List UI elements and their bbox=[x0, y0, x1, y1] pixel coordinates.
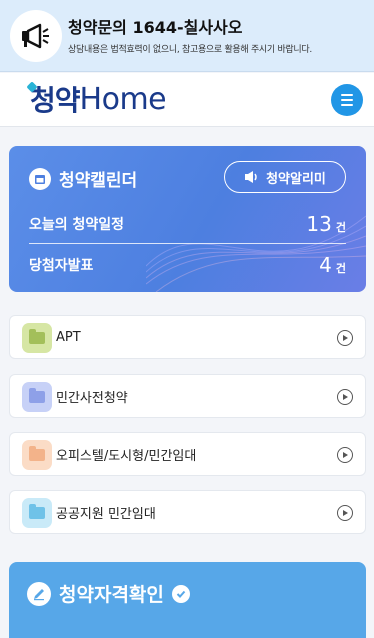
category-item-private-pre-subscription[interactable]: 민간사전청약 bbox=[9, 374, 366, 418]
category-item-officetel[interactable]: 오피스텔/도시형/민간임대 bbox=[9, 432, 366, 476]
today-schedule-row[interactable]: 오늘의 청약일정 13 건 bbox=[29, 212, 346, 236]
winner-announcement-label: 당첨자발표 bbox=[29, 258, 94, 274]
category-label: APT bbox=[56, 329, 81, 345]
play-circle-icon bbox=[337, 447, 353, 463]
calendar-icon bbox=[29, 167, 51, 190]
folder-icon bbox=[22, 323, 52, 353]
today-schedule-unit: 건 bbox=[335, 221, 346, 234]
folder-icon bbox=[22, 440, 52, 470]
winner-announcement-unit: 건 bbox=[335, 262, 346, 275]
qualification-header: 청약자격확인 bbox=[27, 580, 190, 607]
play-circle-icon bbox=[337, 330, 353, 346]
speaker-icon bbox=[245, 171, 257, 183]
pencil-icon bbox=[27, 581, 51, 606]
logo-korean: 청약 bbox=[30, 84, 81, 117]
folder-icon bbox=[22, 498, 52, 528]
alarm-button-label: 청약알리미 bbox=[266, 171, 326, 187]
winner-announcement-row[interactable]: 당첨자발표 4건 bbox=[29, 253, 346, 277]
site-logo[interactable]: 청약 Home bbox=[26, 79, 167, 119]
category-label: 민간사전청약 bbox=[56, 390, 128, 406]
calendar-header: 청약캘린더 bbox=[29, 166, 137, 191]
winner-announcement-count: 4 bbox=[319, 253, 332, 277]
qualification-title: 청약자격확인 bbox=[59, 584, 164, 606]
category-item-apt[interactable]: APT bbox=[9, 315, 366, 359]
calendar-title: 청약캘린더 bbox=[59, 171, 138, 191]
menu-button[interactable] bbox=[331, 84, 363, 116]
subscription-alarm-button[interactable]: 청약알리미 bbox=[224, 161, 346, 193]
today-schedule-label: 오늘의 청약일정 bbox=[29, 217, 125, 233]
site-header: 청약 Home bbox=[0, 73, 374, 127]
category-label: 오피스텔/도시형/민간임대 bbox=[56, 448, 197, 464]
check-circle-icon bbox=[171, 584, 190, 603]
logo-english: Home bbox=[79, 81, 167, 117]
qualification-card[interactable]: 청약자격확인 bbox=[9, 562, 366, 638]
announcement-banner: 청약문의 1644-칠사사오 상담내용은 법적효력이 없으니, 참고용으로 활용… bbox=[0, 0, 374, 72]
play-circle-icon bbox=[337, 389, 353, 405]
folder-icon bbox=[22, 382, 52, 412]
category-label: 공공지원 민간임대 bbox=[56, 506, 156, 522]
calendar-divider bbox=[29, 243, 346, 244]
category-item-public-private-rental[interactable]: 공공지원 민간임대 bbox=[9, 490, 366, 534]
today-schedule-count: 13 bbox=[306, 212, 332, 236]
play-circle-icon bbox=[337, 505, 353, 521]
banner-subtitle: 상담내용은 법적효력이 없으니, 참고용으로 활용해 주시기 바랍니다. bbox=[68, 45, 312, 55]
megaphone-icon bbox=[10, 10, 62, 62]
hamburger-icon bbox=[341, 94, 353, 96]
banner-title: 청약문의 1644-칠사사오 bbox=[68, 18, 243, 37]
